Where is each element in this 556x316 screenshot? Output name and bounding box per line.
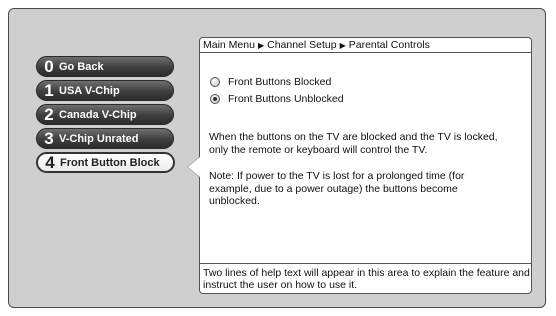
option-front-buttons-unblocked[interactable]: Front Buttons Unblocked	[210, 93, 344, 105]
menu-label: Front Button Block	[60, 156, 160, 169]
description-text: When the buttons on the TV are blocked a…	[209, 131, 498, 156]
menu-label: USA V-Chip	[59, 84, 120, 97]
option-front-buttons-blocked[interactable]: Front Buttons Blocked	[210, 76, 331, 88]
menu-number: 1	[44, 81, 54, 100]
menu-label: Go Back	[59, 60, 104, 73]
radio-button-selected-icon[interactable]	[210, 94, 220, 104]
menu-number: 2	[44, 105, 54, 124]
canada-vchip-button[interactable]: 2 Canada V-Chip	[36, 104, 174, 125]
front-button-block-button[interactable]: 4 Front Button Block	[36, 152, 175, 173]
breadcrumb: Main Menu ▶ Channel Setup ▶ Parental Control…	[200, 38, 531, 53]
breadcrumb-item: Parental Controls	[348, 39, 430, 51]
vchip-unrated-button[interactable]: 3 V-Chip Unrated	[36, 128, 174, 149]
menu-number: 0	[44, 57, 54, 76]
menu-number: 4	[45, 153, 55, 172]
selection-pointer	[188, 157, 200, 177]
menu-label: V-Chip Unrated	[59, 132, 139, 145]
note-text: Note: If power to the TV is lost for a p…	[209, 170, 465, 207]
breadcrumb-item[interactable]: Main Menu	[203, 39, 255, 51]
usa-vchip-button[interactable]: 1 USA V-Chip	[36, 80, 174, 101]
breadcrumb-separator-icon: ▶	[339, 41, 346, 50]
option-label: Front Buttons Unblocked	[228, 93, 344, 105]
option-label: Front Buttons Blocked	[228, 76, 332, 88]
go-back-button[interactable]: 0 Go Back	[36, 56, 174, 77]
radio-button-icon[interactable]	[210, 77, 220, 87]
help-text: Two lines of help text will appear in th…	[200, 263, 531, 293]
breadcrumb-separator-icon: ▶	[257, 41, 265, 50]
menu-number: 3	[44, 129, 54, 148]
breadcrumb-item[interactable]: Channel Setup	[267, 39, 336, 51]
content-panel: Main Menu ▶ Channel Setup ▶ Parental Control…	[199, 37, 532, 294]
menu-label: Canada V-Chip	[59, 108, 137, 121]
